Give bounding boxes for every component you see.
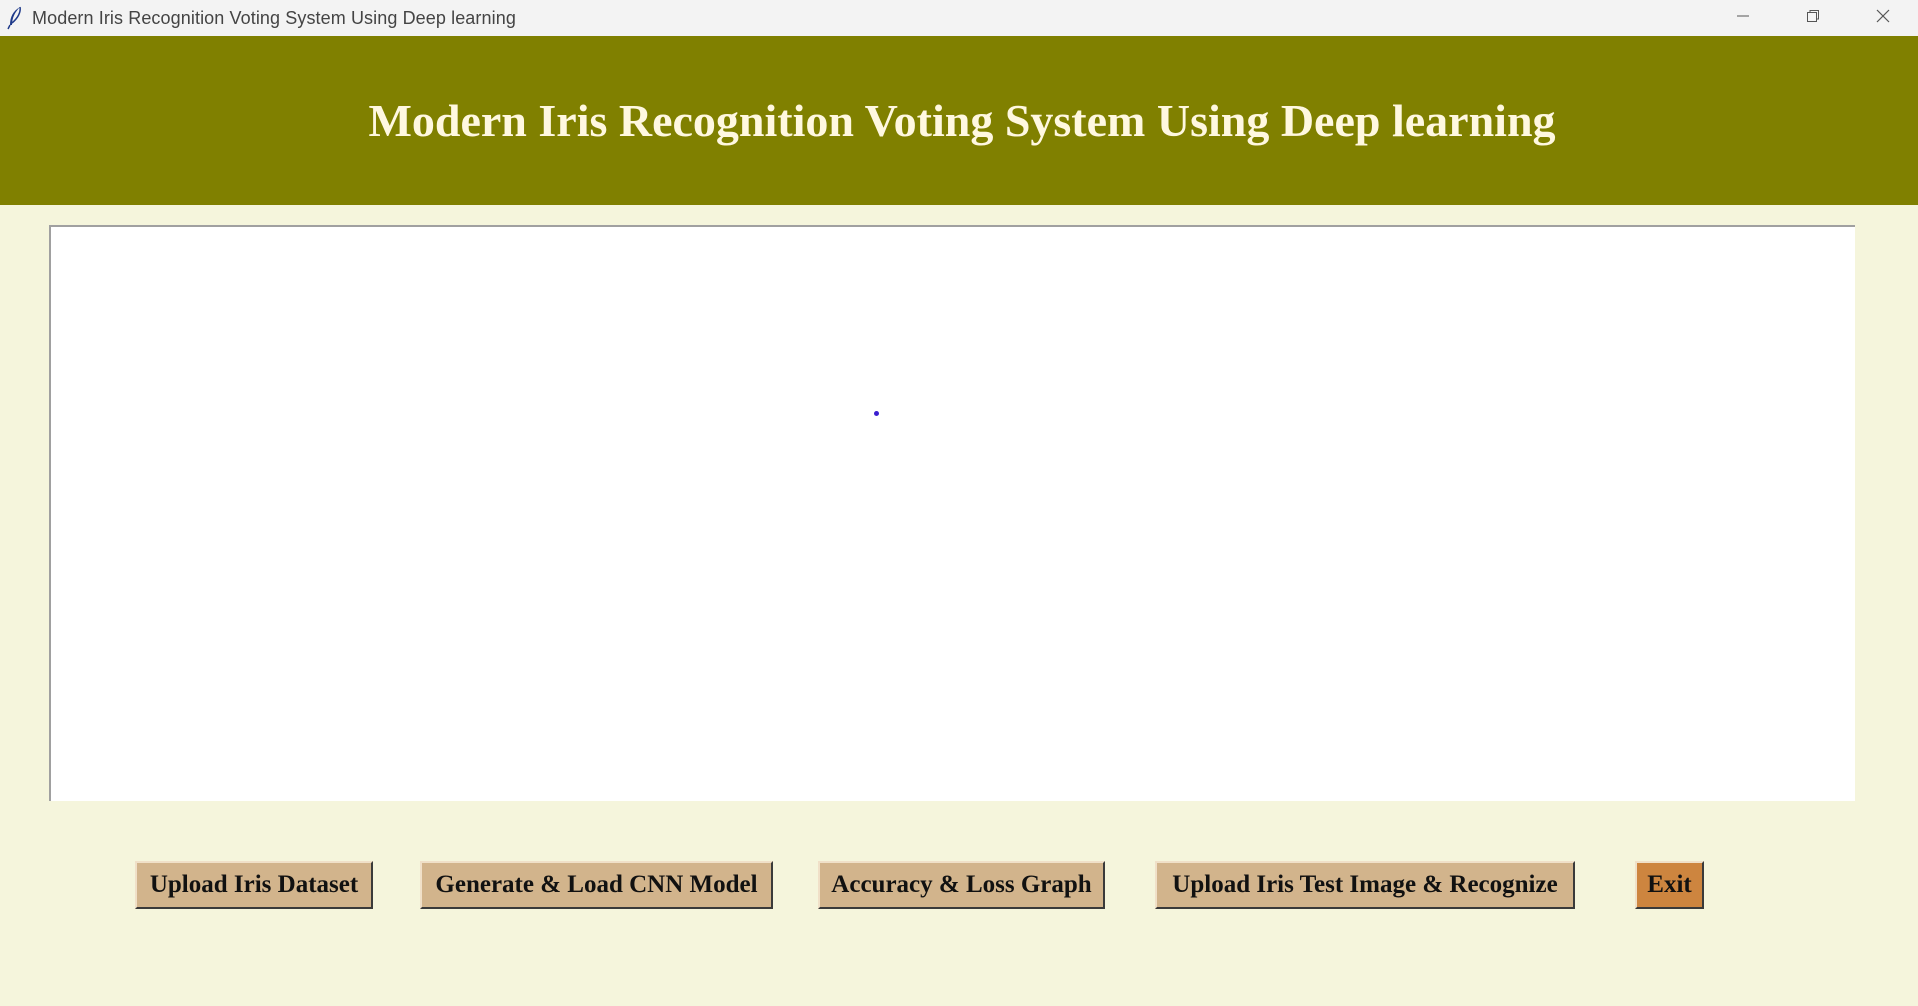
restore-button[interactable]: [1778, 0, 1848, 36]
exit-button[interactable]: Exit: [1635, 861, 1704, 909]
header-banner: Modern Iris Recognition Voting System Us…: [0, 36, 1918, 205]
app-window: Modern Iris Recognition Voting System Us…: [0, 0, 1918, 1006]
restore-icon: [1805, 8, 1821, 29]
upload-iris-test-image-button[interactable]: Upload Iris Test Image & Recognize: [1155, 861, 1575, 909]
title-bar[interactable]: Modern Iris Recognition Voting System Us…: [0, 0, 1918, 36]
output-text-area[interactable]: [49, 225, 1855, 801]
window-controls: [1708, 0, 1918, 36]
feather-icon: [6, 6, 24, 30]
window-title: Modern Iris Recognition Voting System Us…: [32, 7, 516, 28]
page-title: Modern Iris Recognition Voting System Us…: [368, 95, 1556, 146]
close-button[interactable]: [1848, 0, 1918, 36]
upload-iris-dataset-button[interactable]: Upload Iris Dataset: [135, 861, 373, 909]
mouse-cursor: [874, 411, 879, 416]
accuracy-loss-graph-button[interactable]: Accuracy & Loss Graph: [818, 861, 1105, 909]
close-icon: [1875, 8, 1891, 29]
generate-load-cnn-model-button[interactable]: Generate & Load CNN Model: [420, 861, 773, 909]
minimize-icon: [1735, 8, 1751, 29]
minimize-button[interactable]: [1708, 0, 1778, 36]
